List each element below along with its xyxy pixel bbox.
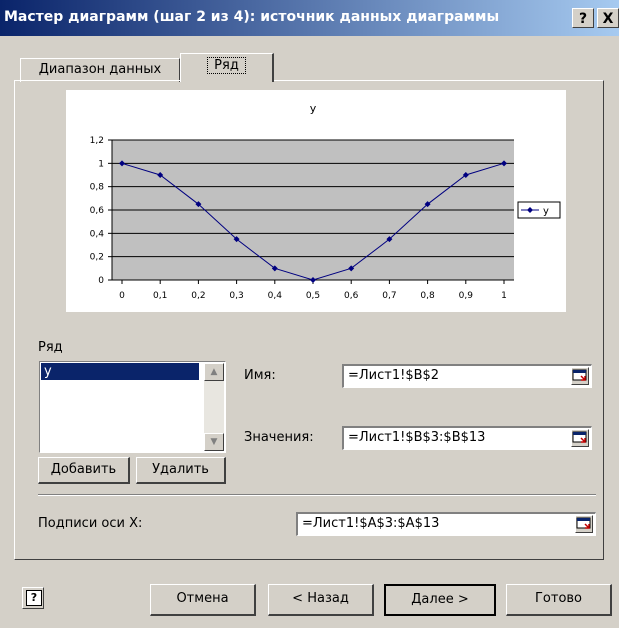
close-button[interactable]: X [597, 8, 619, 28]
y-tick-label: 0,2 [90, 253, 104, 263]
x-tick-label: 0,4 [268, 291, 283, 301]
values-field-value: =Лист1!$B$3:$B$13 [348, 430, 486, 445]
collapse-dialog-icon[interactable] [571, 367, 589, 385]
remove-series-button[interactable]: Удалить [136, 457, 226, 484]
x-tick-label: 0,5 [306, 291, 320, 301]
add-series-button[interactable]: Добавить [38, 457, 130, 484]
collapse-dialog-icon[interactable] [571, 429, 589, 447]
scrollbar[interactable]: ▲ ▼ [204, 363, 224, 451]
x-tick-label: 0,9 [459, 291, 474, 301]
separator [38, 494, 596, 496]
x-tick-label: 1 [501, 291, 507, 301]
x-tick-label: 0,2 [191, 291, 205, 301]
y-tick-label: 0,8 [90, 183, 105, 193]
values-field[interactable]: =Лист1!$B$3:$B$13 [342, 426, 592, 450]
series-list-label: Ряд [38, 340, 63, 355]
y-tick-label: 1 [98, 159, 104, 169]
values-label: Значения: [244, 430, 314, 445]
x-labels-field-value: =Лист1!$A$3:$A$13 [302, 516, 440, 531]
list-item-label: y [44, 364, 52, 379]
help-icon[interactable]: ? [22, 587, 44, 609]
x-labels-label: Подписи оси X: [38, 516, 143, 531]
title-bar: Мастер диаграмм (шаг 2 из 4): источник д… [0, 0, 619, 36]
x-tick-label: 0,7 [382, 291, 396, 301]
name-field[interactable]: =Лист1!$B$2 [342, 364, 592, 388]
series-list[interactable]: y ▲ ▼ [39, 361, 226, 453]
y-tick-label: 1,2 [90, 136, 104, 146]
y-tick-label: 0,6 [90, 206, 105, 216]
tab-series-label: Ряд [207, 57, 246, 74]
next-button[interactable]: Далее > [384, 584, 496, 616]
name-field-value: =Лист1!$B$2 [348, 368, 440, 383]
chart-preview: 0 0,2 0,4 0,6 0,8 1 1,2 0 0,1 0,2 0,3 0,4 0,5 0,6 0,7 0… [66, 90, 566, 312]
x-tick-label: 0,8 [420, 291, 435, 301]
window-title: Мастер диаграмм (шаг 2 из 4): источник д… [4, 9, 500, 25]
tab-data-range[interactable]: Диапазон данных [20, 58, 180, 82]
help-button[interactable]: ? [572, 8, 594, 28]
tab-data-range-label: Диапазон данных [38, 62, 162, 77]
x-tick-label: 0 [119, 291, 125, 301]
back-button[interactable]: < Назад [268, 584, 374, 616]
y-tick-label: 0 [98, 276, 104, 286]
list-item[interactable]: y [41, 363, 199, 380]
scroll-up-button[interactable]: ▲ [204, 363, 224, 381]
tab-series[interactable]: Ряд [180, 53, 274, 82]
collapse-dialog-icon[interactable] [575, 515, 593, 533]
scroll-down-button[interactable]: ▼ [204, 433, 224, 451]
cancel-button[interactable]: Отмена [150, 584, 256, 616]
x-tick-label: 0,1 [153, 291, 167, 301]
x-tick-label: 0,3 [229, 291, 243, 301]
x-tick-label: 0,6 [344, 291, 359, 301]
chart-svg: 0 0,2 0,4 0,6 0,8 1 1,2 0 0,1 0,2 0,3 0,4 0,5 0,6 0,7 0… [66, 90, 566, 312]
chart-title: y [310, 102, 317, 115]
name-label: Имя: [244, 368, 276, 383]
legend-label: y [543, 206, 549, 217]
y-tick-label: 0,4 [90, 229, 105, 239]
x-labels-field[interactable]: =Лист1!$A$3:$A$13 [296, 512, 596, 536]
finish-button[interactable]: Готово [506, 584, 612, 616]
